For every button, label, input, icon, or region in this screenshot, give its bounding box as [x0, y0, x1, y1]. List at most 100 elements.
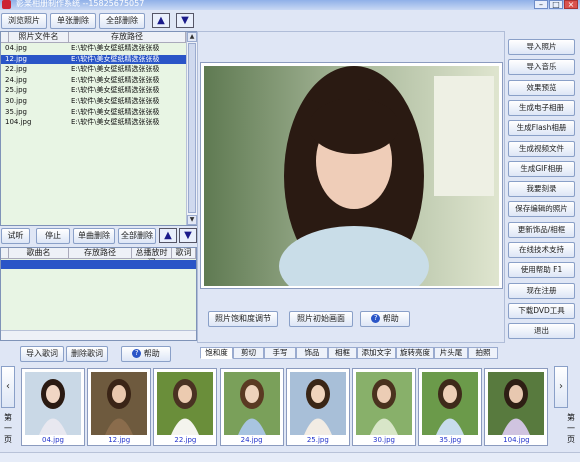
- import-lyrics-button[interactable]: 导入歌词: [20, 346, 64, 362]
- close-icon[interactable]: ×: [564, 0, 578, 9]
- photo-row[interactable]: 12.jpg E:\软件\美女壁纸精选张张极: [1, 54, 186, 64]
- menu-button-4[interactable]: 生成Flash相册: [508, 120, 575, 137]
- thumbnail-image: [422, 372, 479, 435]
- photo-path: E:\软件\美女壁纸精选张张极: [71, 65, 160, 74]
- thumbnail-image: [25, 372, 81, 435]
- column-header-song[interactable]: 歌曲名: [9, 248, 69, 259]
- photo-path: E:\软件\美女壁纸精选张张极: [71, 75, 160, 84]
- tab-1[interactable]: 剪切: [233, 347, 264, 359]
- lyrics-help-button[interactable]: ? 帮助: [121, 346, 171, 362]
- thumbnail-image: [157, 372, 214, 435]
- photo-row[interactable]: 24.jpg E:\软件\美女壁纸精选张张极: [1, 76, 186, 85]
- menu-button-6[interactable]: 生成GIF相册: [508, 160, 575, 177]
- photo-path: E:\软件\美女壁纸精选张张极: [71, 54, 160, 63]
- thumbnail[interactable]: 25.jpg: [285, 368, 350, 446]
- delete-photo-button[interactable]: 单张删除: [50, 13, 96, 29]
- photo-filename: 35.jpg: [5, 107, 27, 116]
- song-row-selected[interactable]: [1, 260, 196, 269]
- initial-frame-button[interactable]: 照片初始画面: [289, 311, 353, 327]
- app-icon: [2, 0, 11, 9]
- thumbnail[interactable]: 04.jpg: [21, 368, 85, 446]
- preview-help-button[interactable]: ? 帮助: [360, 311, 410, 327]
- preview-pane: 照片饱和度调节 照片初始画面 ? 帮助: [197, 31, 505, 343]
- column-header-path[interactable]: 存放路径: [69, 32, 186, 43]
- photo-row[interactable]: 30.jpg E:\软件\美女壁纸精选张张极: [1, 97, 186, 106]
- prev-page-label: 第一页: [4, 413, 12, 444]
- delete-song-button[interactable]: 单曲删除: [73, 228, 115, 244]
- stop-button[interactable]: 停止: [36, 228, 70, 244]
- photo-filename: 12.jpg: [5, 54, 27, 63]
- song-up-icon[interactable]: ▲: [159, 228, 177, 243]
- menu-button-10[interactable]: 在线技术支持: [508, 242, 575, 258]
- menu-button-8[interactable]: 保存编辑的照片: [508, 201, 575, 218]
- move-down-icon[interactable]: ▼: [176, 13, 194, 28]
- scroll-down-icon[interactable]: ▼: [187, 215, 197, 225]
- move-up-icon[interactable]: ▲: [152, 13, 170, 28]
- column-header-filename[interactable]: 照片文件名: [9, 32, 69, 43]
- saturation-button[interactable]: 照片饱和度调节: [208, 311, 278, 327]
- tab-7[interactable]: 片头尾: [434, 347, 468, 359]
- menu-button-7[interactable]: 我要刻录: [508, 181, 575, 198]
- column-header-song-path[interactable]: 存放路径: [69, 248, 132, 259]
- menu-button-14[interactable]: 退出: [508, 323, 575, 340]
- menu-button-0[interactable]: 导入照片: [508, 39, 575, 55]
- music-list-hscrollbar[interactable]: [1, 330, 196, 340]
- thumbnail-caption: 24.jpg: [240, 436, 263, 444]
- prev-page-button[interactable]: ‹: [1, 366, 15, 408]
- delete-all-photos-button[interactable]: 全部删除: [99, 13, 145, 29]
- thumbnail-image: [356, 372, 412, 435]
- tab-5[interactable]: 添加文字: [357, 347, 396, 359]
- tab-3[interactable]: 饰品: [296, 347, 328, 359]
- listen-button[interactable]: 试听: [1, 228, 30, 244]
- tab-2[interactable]: 手写: [264, 347, 296, 359]
- photo-filename: 104.jpg: [5, 118, 32, 127]
- column-header-lyrics[interactable]: 歌词: [172, 248, 196, 259]
- music-list[interactable]: 歌曲名 存放路径 总播放时间 歌词: [0, 247, 197, 341]
- menu-button-1[interactable]: 导入音乐: [508, 59, 575, 76]
- thumbnail-caption: 04.jpg: [42, 436, 64, 444]
- menu-button-3[interactable]: 生成电子相册: [508, 99, 575, 116]
- status-bar: [0, 452, 580, 462]
- minimize-icon[interactable]: –: [534, 0, 548, 9]
- menu-button-13[interactable]: 下载DVD工具: [508, 302, 575, 319]
- photo-path: E:\软件\美女壁纸精选张张极: [71, 107, 160, 116]
- thumbnail[interactable]: 35.jpg: [418, 368, 483, 446]
- photo-row[interactable]: 25.jpg E:\软件\美女壁纸精选张张极: [1, 86, 186, 95]
- scroll-up-icon[interactable]: ▲: [187, 32, 197, 42]
- photo-filename: 30.jpg: [5, 97, 27, 105]
- thumbnail-caption: 22.jpg: [174, 436, 197, 444]
- browse-photos-button[interactable]: 浏览照片: [1, 13, 47, 29]
- photo-row[interactable]: 22.jpg E:\软件\美女壁纸精选张张极: [1, 65, 186, 74]
- song-down-icon[interactable]: ▼: [179, 228, 197, 243]
- delete-all-songs-button[interactable]: 全部删除: [118, 228, 156, 244]
- photo-path: E:\软件\美女壁纸精选张张极: [71, 118, 160, 127]
- tab-6[interactable]: 旋转亮度: [396, 347, 434, 359]
- thumbnail[interactable]: 12.jpg: [87, 368, 152, 446]
- menu-button-11[interactable]: 使用帮助 F1: [508, 262, 575, 279]
- photo-row[interactable]: 104.jpg E:\软件\美女壁纸精选张张极: [1, 118, 186, 127]
- photo-path: E:\软件\美女壁纸精选张张极: [71, 97, 160, 105]
- thumbnail[interactable]: 22.jpg: [153, 368, 218, 446]
- thumbnail[interactable]: 30.jpg: [352, 368, 416, 446]
- photo-row[interactable]: 35.jpg E:\软件\美女壁纸精选张张极: [1, 108, 186, 117]
- delete-lyrics-button[interactable]: 删除歌词: [66, 346, 108, 362]
- menu-button-9[interactable]: 更新饰品/相框: [508, 221, 575, 238]
- tab-8[interactable]: 拍照: [468, 347, 498, 359]
- thumbnail-caption: 30.jpg: [373, 436, 395, 444]
- menu-button-2[interactable]: 效果预览: [508, 79, 575, 96]
- tab-4[interactable]: 相框: [328, 347, 357, 359]
- photo-list-scrollbar[interactable]: ▲ ▼: [186, 32, 197, 225]
- column-header-duration[interactable]: 总播放时间: [132, 248, 172, 267]
- photo-row[interactable]: 04.jpg E:\软件\美女壁纸精选张张极: [1, 44, 186, 53]
- maximize-icon[interactable]: □: [549, 0, 563, 9]
- window-title: 影楽相册制作系统 --15825675057: [16, 0, 145, 8]
- thumbnail-image: [223, 372, 280, 435]
- next-page-button[interactable]: ›: [554, 366, 568, 408]
- thumbnail[interactable]: 104.jpg: [484, 368, 549, 446]
- thumbnail[interactable]: 24.jpg: [219, 368, 284, 446]
- tab-0[interactable]: 饱和度: [200, 347, 233, 359]
- menu-button-12[interactable]: 现在注册: [508, 282, 575, 299]
- photo-list[interactable]: 照片文件名 存放路径 ▲ ▼ 04.jpg E:\软件\美女壁纸精选张张极 12.j…: [0, 31, 197, 226]
- menu-button-5[interactable]: 生成视频文件: [508, 140, 575, 157]
- title-bar: 影楽相册制作系统 --15825675057 – □ ×: [0, 0, 580, 10]
